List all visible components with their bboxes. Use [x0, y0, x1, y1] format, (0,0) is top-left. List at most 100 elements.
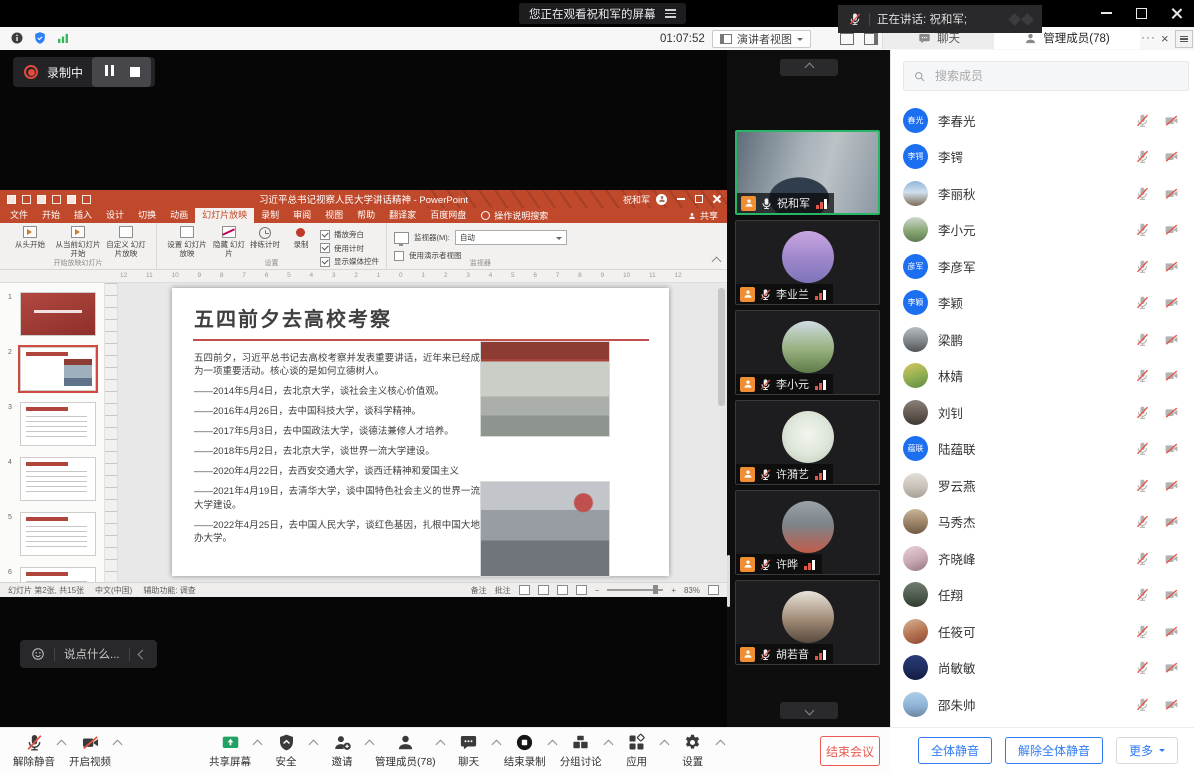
toolbar-item-invite[interactable]: 邀请: [314, 728, 370, 772]
slide-thumbnail[interactable]: 4: [20, 457, 96, 501]
collapse-ribbon-icon[interactable]: [712, 257, 722, 267]
end-meeting-button[interactable]: 结束会议: [820, 736, 880, 766]
video-tile[interactable]: 祝和军: [735, 130, 880, 215]
toolbar-item-gear[interactable]: 设置: [665, 728, 721, 772]
rehearse-timings-button[interactable]: 排练计时: [248, 226, 282, 250]
member-mic-muted-icon[interactable]: [1135, 368, 1150, 383]
minimize-button[interactable]: [1101, 12, 1112, 14]
member-mic-muted-icon[interactable]: [1135, 697, 1150, 712]
zoom-slider[interactable]: [607, 589, 663, 591]
member-mic-muted-icon[interactable]: [1135, 295, 1150, 310]
monitor-dropdown[interactable]: 自动: [455, 230, 567, 245]
toolbar-item-apps[interactable]: 应用: [609, 728, 665, 772]
video-tile[interactable]: 胡若音: [735, 580, 880, 665]
search-input[interactable]: [933, 68, 1179, 84]
slide-thumbnail[interactable]: 6: [20, 567, 96, 582]
ppt-close-button[interactable]: [713, 195, 721, 203]
stop-recording-button[interactable]: [130, 67, 140, 77]
restore-button[interactable]: [1136, 8, 1147, 19]
member-row[interactable]: 刘钊: [891, 394, 1194, 431]
ppt-tab-5[interactable]: 动画: [163, 208, 195, 223]
member-camera-muted-icon[interactable]: [1164, 295, 1179, 310]
ppt-tab-6[interactable]: 幻灯片放映: [195, 208, 254, 223]
close-button[interactable]: [1171, 8, 1182, 19]
video-tile[interactable]: 许晔: [735, 490, 880, 575]
ppt-minimize-button[interactable]: [677, 198, 685, 200]
member-camera-muted-icon[interactable]: [1164, 514, 1179, 529]
ppt-tab-10[interactable]: 帮助: [350, 208, 382, 223]
toolbar-item-shield[interactable]: 安全: [258, 728, 314, 772]
more-button[interactable]: 更多: [1116, 737, 1178, 764]
member-mic-muted-icon[interactable]: [1135, 113, 1150, 128]
ppt-tab-3[interactable]: 设计: [99, 208, 131, 223]
ppt-tab-11[interactable]: 翻译家: [382, 208, 423, 223]
member-mic-muted-icon[interactable]: [1135, 149, 1150, 164]
ppt-tab-4[interactable]: 切换: [131, 208, 163, 223]
member-search-box[interactable]: [903, 61, 1189, 91]
reading-view-icon[interactable]: [557, 585, 568, 595]
member-camera-muted-icon[interactable]: [1164, 478, 1179, 493]
strip-scroll-up-button[interactable]: [780, 59, 838, 76]
toolbar-item-person[interactable]: 管理成员(78): [370, 728, 441, 772]
view-mode-button[interactable]: 演讲者视图: [712, 30, 811, 48]
member-camera-muted-icon[interactable]: [1164, 405, 1179, 420]
slide-thumbnail[interactable]: 5: [20, 512, 96, 556]
chat-placeholder[interactable]: 说点什么...: [64, 646, 120, 662]
from-current-slide-button[interactable]: 从当前幻灯片 开始: [55, 226, 101, 258]
comments-button[interactable]: 批注: [495, 585, 511, 596]
meeting-security-icon[interactable]: [33, 31, 47, 45]
member-row[interactable]: 马秀杰: [891, 504, 1194, 541]
member-row[interactable]: 春光 李春光: [891, 102, 1194, 139]
member-camera-muted-icon[interactable]: [1164, 222, 1179, 237]
normal-view-icon[interactable]: [519, 585, 530, 595]
emoji-icon[interactable]: [31, 647, 45, 661]
zoom-level[interactable]: 83%: [684, 586, 700, 595]
panel-close-icon[interactable]: ×: [1161, 31, 1169, 46]
member-mic-muted-icon[interactable]: [1135, 405, 1150, 420]
member-mic-muted-icon[interactable]: [1135, 259, 1150, 274]
toolbar-item-share[interactable]: 共享屏幕: [202, 728, 258, 772]
member-camera-muted-icon[interactable]: [1164, 113, 1179, 128]
member-row[interactable]: 罗云燕: [891, 467, 1194, 504]
member-row[interactable]: 蕴联 陆蕴联: [891, 431, 1194, 468]
accessibility-status[interactable]: 辅助功能: 调查: [143, 585, 195, 596]
ppt-tab-0[interactable]: 文件: [3, 208, 35, 223]
unmute-all-button[interactable]: 解除全体静音: [1005, 737, 1103, 764]
member-mic-muted-icon[interactable]: [1135, 587, 1150, 602]
member-mic-muted-icon[interactable]: [1135, 332, 1150, 347]
member-camera-muted-icon[interactable]: [1164, 149, 1179, 164]
member-mic-muted-icon[interactable]: [1135, 514, 1150, 529]
member-camera-muted-icon[interactable]: [1164, 332, 1179, 347]
member-mic-muted-icon[interactable]: [1135, 478, 1150, 493]
panel-more-icon[interactable]: ···: [1141, 30, 1156, 44]
side-panel-icon[interactable]: [864, 33, 878, 45]
meeting-info-icon[interactable]: [10, 31, 24, 45]
mute-all-button[interactable]: 全体静音: [918, 737, 992, 764]
member-row[interactable]: 齐晓峰: [891, 540, 1194, 577]
collapse-left-icon[interactable]: [137, 649, 147, 659]
member-row[interactable]: 任筱可: [891, 613, 1194, 650]
member-row[interactable]: 李颖 李颖: [891, 285, 1194, 322]
slide-thumbnail[interactable]: 1: [20, 292, 96, 336]
banner-menu-icon[interactable]: [665, 7, 676, 20]
slide-scrollbar[interactable]: [718, 288, 725, 406]
notes-button[interactable]: 备注: [471, 585, 487, 596]
member-mic-muted-icon[interactable]: [1135, 186, 1150, 201]
toolbar-item-cam-off[interactable]: 开启视频: [62, 728, 118, 772]
setup-slideshow-button[interactable]: 设置 幻灯片放映: [164, 226, 210, 258]
member-row[interactable]: 任翔: [891, 577, 1194, 614]
member-camera-muted-icon[interactable]: [1164, 551, 1179, 566]
member-camera-muted-icon[interactable]: [1164, 587, 1179, 602]
ppt-account-avatar[interactable]: [656, 194, 667, 205]
slide-thumbnail[interactable]: 3: [20, 402, 96, 446]
member-row[interactable]: 邵朱帅: [891, 686, 1194, 723]
ppt-tab-1[interactable]: 开始: [35, 208, 67, 223]
member-mic-muted-icon[interactable]: [1135, 624, 1150, 639]
tell-me-search[interactable]: 操作说明搜索: [481, 209, 548, 222]
ppt-tab-8[interactable]: 审阅: [286, 208, 318, 223]
toolbar-item-stop[interactable]: 结束录制: [497, 728, 553, 772]
toolbar-item-breakout[interactable]: 分组讨论: [553, 728, 609, 772]
ppt-tab-12[interactable]: 百度网盘: [423, 208, 473, 223]
member-camera-muted-icon[interactable]: [1164, 697, 1179, 712]
member-row[interactable]: 李丽秋: [891, 175, 1194, 212]
